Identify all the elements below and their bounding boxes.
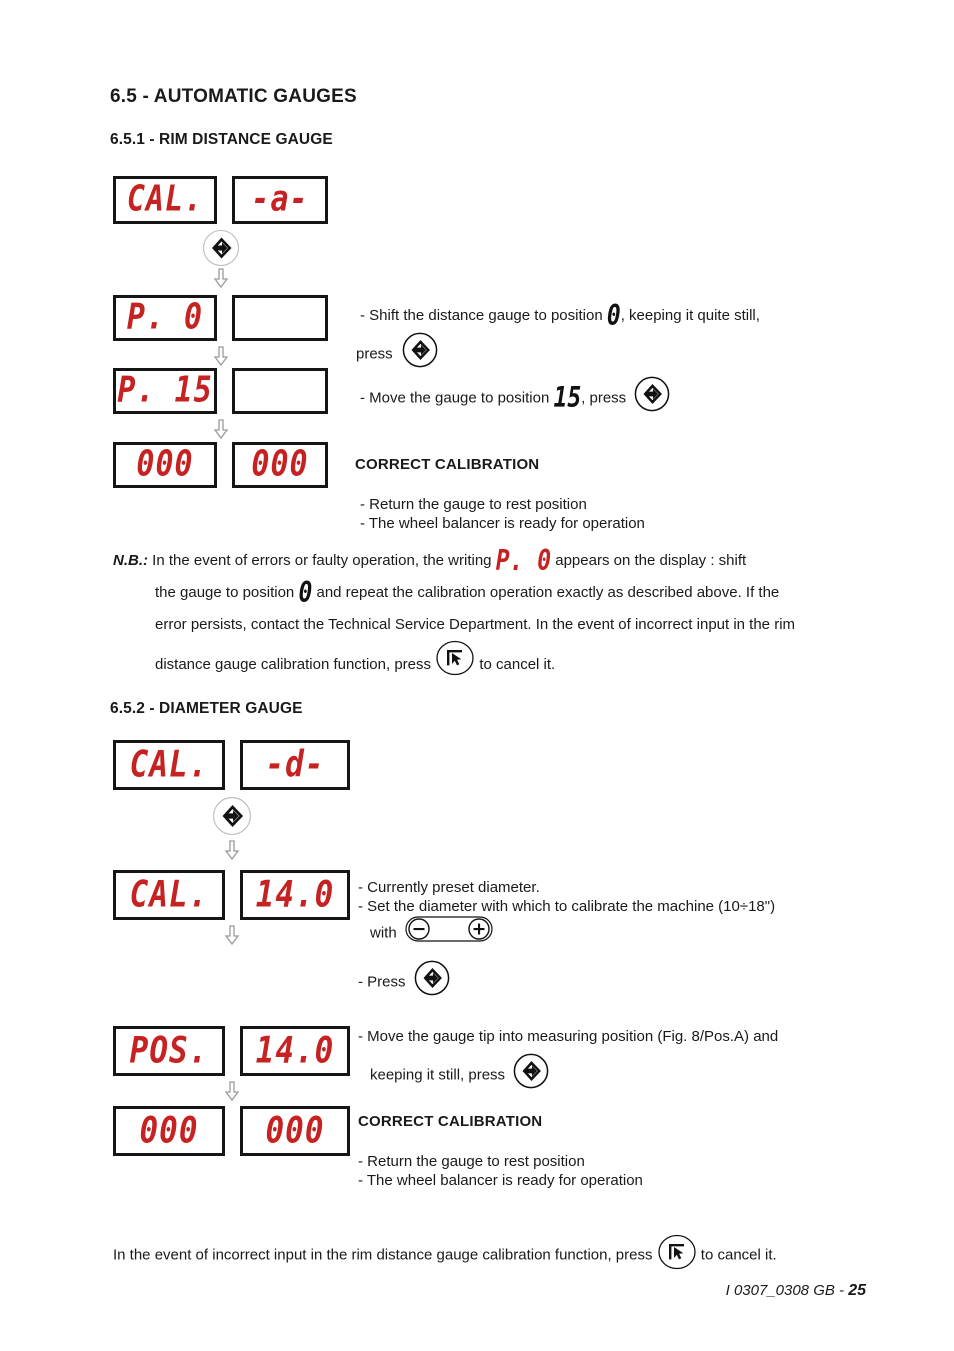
closing-text: In the event of incorrect input in the r… — [113, 1234, 777, 1276]
section-heading-6-5-1: 6.5.1 - RIM DISTANCE GAUGE — [110, 131, 333, 148]
display-left-cal-d: CAL. — [113, 740, 225, 790]
note-line2-a: the gauge to position — [155, 584, 299, 601]
footer-code: I 0307_0308 GB - — [725, 1282, 849, 1299]
diameter-line-1: - Currently preset diameter. — [358, 879, 540, 896]
note-line2-b: and repeat the calibration operation exa… — [312, 584, 780, 601]
led-value: POS. — [129, 1029, 209, 1072]
flow-down-arrow-icon — [224, 840, 240, 861]
display-right-zeros-2: 000 — [240, 1106, 350, 1156]
rim-step2-pre: - Move the gauge to position — [360, 389, 554, 407]
flow-down-arrow-icon — [213, 268, 229, 289]
diameter-correct-line-1: - Return the gauge to rest position — [358, 1153, 585, 1170]
led-value: CAL. — [126, 178, 204, 221]
page-title: 6.5 - AUTOMATIC GAUGES — [110, 86, 357, 107]
led-value: 14.0 — [255, 1029, 335, 1072]
led-value: 000 — [265, 1109, 325, 1152]
rim-step1-press-row: press — [356, 332, 438, 375]
display-left-p0: P. 0 — [113, 295, 217, 341]
rim-correct-line-1: - Return the gauge to rest position — [360, 496, 587, 513]
display-left-pos: POS. — [113, 1026, 225, 1076]
led-value: 000 — [251, 443, 309, 486]
enter-arrow-icon[interactable] — [202, 229, 240, 272]
led-value: 14.0 — [255, 873, 335, 916]
diameter-press-row: - Press — [358, 960, 450, 1003]
enter-arrow-icon[interactable] — [402, 332, 438, 373]
led-value: P. 15 — [117, 369, 213, 412]
enter-arrow-icon[interactable] — [212, 796, 252, 841]
diameter-move-line-1: - Move the gauge tip into measuring posi… — [358, 1028, 779, 1045]
display-left-zeros: 000 — [113, 442, 217, 488]
diameter-move-line-2: keeping it still, press — [370, 1053, 549, 1096]
display-right-diameter-preset: 14.0 — [240, 870, 350, 920]
enter-arrow-icon[interactable] — [414, 960, 450, 1001]
minus-plus-control[interactable] — [405, 916, 493, 947]
display-right-empty-1 — [232, 295, 328, 341]
note-line3: error persists, contact the Technical Se… — [155, 616, 796, 633]
flow-down-arrow-icon — [213, 419, 229, 440]
cancel-cursor-icon[interactable] — [435, 640, 475, 688]
display-right-zeros: 000 — [232, 442, 328, 488]
press-label: - Press — [358, 973, 406, 991]
cancel-cursor-icon[interactable] — [657, 1234, 697, 1275]
led-value: 000 — [136, 443, 194, 486]
note-block: N.B.: In the event of errors or faulty o… — [113, 545, 873, 689]
led-value: CAL. — [129, 743, 209, 786]
enter-arrow-icon[interactable] — [634, 376, 670, 417]
closing-text-b: to cancel it. — [696, 1246, 777, 1264]
section-heading-6-5-2: 6.5.2 - DIAMETER GAUGE — [110, 700, 303, 717]
rim-step1-pre: - Shift the distance gauge to position — [360, 307, 607, 324]
note-line1-b: appears on the display : shift — [551, 552, 747, 569]
diameter-line-2: - Set the diameter with which to calibra… — [358, 898, 776, 915]
display-right-mode-d: -d- — [240, 740, 350, 790]
led-value: -a- — [251, 178, 309, 221]
display-right-mode-a: -a- — [232, 176, 328, 224]
rim-correct-line-2: - The wheel balancer is ready for operat… — [360, 515, 645, 532]
flow-down-arrow-icon — [224, 925, 240, 946]
led-value: P. 0 — [126, 296, 204, 339]
rim-step2-text: - Move the gauge to position 15, press — [360, 376, 670, 419]
manual-page: 6.5 - AUTOMATIC GAUGES 6.5.1 - RIM DISTA… — [0, 0, 954, 1351]
led-value: 000 — [139, 1109, 199, 1152]
note-line4-a: distance gauge calibration function, pre… — [155, 655, 436, 673]
rim-correct-calibration-title: CORRECT CALIBRATION — [355, 456, 540, 473]
led-value: CAL. — [129, 873, 209, 916]
enter-arrow-icon[interactable] — [513, 1053, 549, 1094]
with-label: with — [370, 924, 397, 942]
display-left-p15: P. 15 — [113, 368, 217, 414]
display-left-zeros-2: 000 — [113, 1106, 225, 1156]
rim-step1-text: - Shift the distance gauge to position 0… — [360, 299, 760, 333]
flow-down-arrow-icon — [213, 346, 229, 367]
note-label: N.B.: — [113, 552, 148, 569]
display-left-cal: CAL. — [113, 176, 217, 224]
footer: I 0307_0308 GB - 25 — [726, 1282, 866, 1300]
press-label: press — [356, 345, 393, 363]
rim-step2-post: , press — [581, 389, 627, 407]
display-left-cal-2: CAL. — [113, 870, 225, 920]
closing-text-a: In the event of incorrect input in the r… — [113, 1246, 657, 1264]
diameter-correct-calibration-title: CORRECT CALIBRATION — [358, 1113, 543, 1130]
display-right-empty-2 — [232, 368, 328, 414]
note-line4-b: to cancel it. — [475, 655, 556, 673]
diameter-adjust-row: with — [370, 916, 493, 949]
flow-down-arrow-icon — [224, 1081, 240, 1102]
display-right-diameter-measure: 14.0 — [240, 1026, 350, 1076]
note-line1-a: In the event of errors or faulty operati… — [152, 552, 496, 569]
move-line2-label: keeping it still, press — [370, 1066, 506, 1084]
footer-page-number: 25 — [848, 1282, 866, 1299]
diameter-correct-line-2: - The wheel balancer is ready for operat… — [358, 1172, 643, 1189]
rim-step1-post: , keeping it quite still, — [620, 307, 760, 324]
led-value: -d- — [265, 743, 325, 786]
